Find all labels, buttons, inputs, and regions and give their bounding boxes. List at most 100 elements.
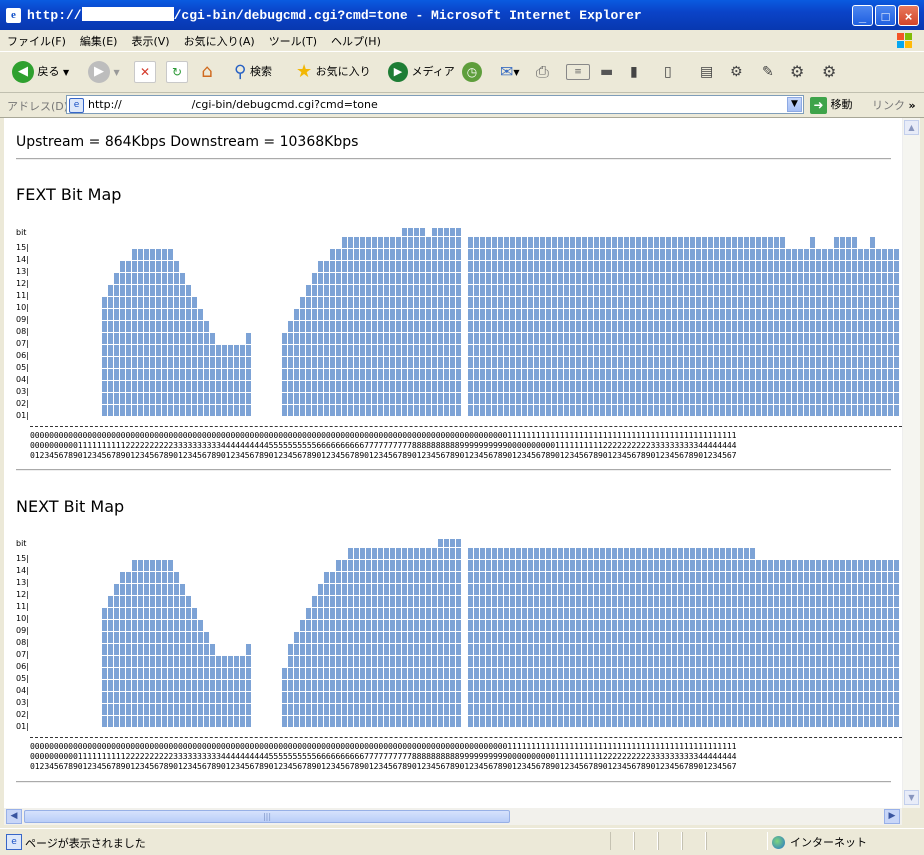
- next-bar: [666, 548, 671, 727]
- next-bar: [198, 620, 203, 727]
- fext-bar: [318, 261, 323, 416]
- next-bar: [834, 560, 839, 727]
- horizontal-scrollbar[interactable]: ◀ ||| ▶: [4, 808, 902, 825]
- toolbar-button-12[interactable]: ⚙: [822, 60, 836, 84]
- speaker-icon: ▯: [664, 64, 672, 80]
- media-button[interactable]: ▶ メディア: [388, 60, 455, 84]
- next-bar: [606, 548, 611, 727]
- fext-bar: [480, 237, 485, 416]
- back-label: 戻る: [37, 65, 60, 78]
- fext-bar: [420, 228, 425, 416]
- fext-bar: [750, 237, 755, 416]
- go-button[interactable]: ➜ 移動: [810, 95, 853, 115]
- next-bar: [570, 548, 575, 727]
- menu-help[interactable]: ヘルプ(H): [324, 30, 388, 52]
- next-bar: [774, 560, 779, 727]
- fext-bar: [714, 237, 719, 416]
- menu-file[interactable]: ファイル(F): [0, 30, 73, 52]
- edit-button[interactable]: ≡: [566, 60, 590, 84]
- close-button[interactable]: ×: [898, 5, 919, 26]
- toolbar-button-6[interactable]: ▮: [630, 60, 638, 84]
- next-y-tick-label: 01|: [16, 722, 29, 731]
- fext-bar: [174, 261, 179, 416]
- next-bar: [282, 668, 287, 727]
- next-bar: [552, 548, 557, 727]
- links-button[interactable]: リンク »: [872, 97, 916, 113]
- toolbar-button-10[interactable]: ✎: [762, 60, 774, 84]
- favorites-button[interactable]: ★ お気に入り: [296, 60, 371, 84]
- stop-button[interactable]: ✕: [134, 60, 156, 84]
- fext-bar: [126, 261, 131, 416]
- fext-bar: [138, 249, 143, 416]
- home-button[interactable]: ⌂: [197, 60, 217, 84]
- fext-bar: [648, 237, 653, 416]
- next-bar: [864, 560, 869, 727]
- next-bar: [450, 539, 455, 727]
- edit-icon: ≡: [566, 64, 590, 80]
- discuss-button[interactable]: ▬: [600, 60, 613, 84]
- maximize-button[interactable]: □: [875, 5, 896, 26]
- toolbar-button-9[interactable]: ⚙: [730, 60, 743, 84]
- fext-y-tick-label: 10|: [16, 303, 29, 312]
- history-button[interactable]: ◷: [462, 60, 482, 84]
- search-button[interactable]: ⚲ 検索: [234, 60, 272, 84]
- vertical-scrollbar[interactable]: ▲ ▼: [902, 118, 920, 808]
- forward-button[interactable]: ▶ ▼: [88, 60, 120, 84]
- title-bar[interactable]: e http:// /cgi-bin/debugcmd.cgi?cmd=tone …: [0, 0, 924, 30]
- toolbar-button-7[interactable]: ▯: [664, 60, 672, 84]
- toolbar-button-8[interactable]: ▤: [700, 60, 713, 84]
- refresh-icon: ↻: [166, 61, 188, 83]
- print-button[interactable]: ⎙: [536, 60, 549, 84]
- fext-bar: [486, 237, 491, 416]
- next-bar: [624, 548, 629, 727]
- fext-axis-line: [30, 426, 902, 427]
- next-bar: [408, 548, 413, 727]
- next-bit-label: bit: [16, 539, 26, 548]
- next-bar: [564, 548, 569, 727]
- network-icon: ⚙: [730, 64, 743, 80]
- mail-icon: ✉: [500, 62, 514, 81]
- next-bar: [660, 548, 665, 727]
- next-bar: [696, 548, 701, 727]
- address-input[interactable]: e http:// /cgi-bin/debugcmd.cgi?cmd=tone…: [66, 95, 804, 114]
- next-bar: [822, 560, 827, 727]
- next-bar: [438, 539, 443, 727]
- fext-bar: [246, 333, 251, 416]
- menu-tools[interactable]: ツール(T): [262, 30, 324, 52]
- fext-bar: [216, 345, 221, 416]
- next-bar: [876, 560, 881, 727]
- fext-bar: [834, 237, 839, 416]
- toolbar-button-11[interactable]: ⚙: [790, 60, 804, 84]
- mail-button[interactable]: ✉▼: [500, 60, 520, 84]
- next-bar: [126, 572, 131, 727]
- scroll-up-icon[interactable]: ▲: [904, 120, 919, 135]
- next-bar: [534, 548, 539, 727]
- scroll-right-icon[interactable]: ▶: [884, 809, 900, 824]
- search-label: 検索: [249, 65, 272, 78]
- refresh-button[interactable]: ↻: [166, 60, 188, 84]
- menu-edit[interactable]: 編集(E): [73, 30, 125, 52]
- back-button[interactable]: ◀ 戻る ▼: [12, 60, 69, 84]
- fext-bar: [732, 237, 737, 416]
- menu-favorites[interactable]: お気に入り(A): [177, 30, 262, 52]
- scroll-down-icon[interactable]: ▼: [904, 790, 919, 805]
- next-bar: [702, 548, 707, 727]
- fext-bar: [858, 249, 863, 416]
- fext-bar: [234, 345, 239, 416]
- minimize-button[interactable]: _: [852, 5, 873, 26]
- next-bar: [636, 548, 641, 727]
- mail-dropdown-icon: ▼: [513, 68, 520, 77]
- fext-bar: [624, 237, 629, 416]
- next-bar: [432, 548, 437, 727]
- divider-top: [16, 158, 891, 160]
- menu-view[interactable]: 表示(V): [124, 30, 176, 52]
- address-dropdown-icon[interactable]: ▼: [787, 97, 802, 112]
- next-bar: [444, 539, 449, 727]
- fext-bar: [384, 237, 389, 416]
- horizontal-scroll-thumb[interactable]: |||: [24, 810, 510, 823]
- next-bar: [336, 560, 341, 727]
- scroll-left-icon[interactable]: ◀: [6, 809, 22, 824]
- next-bar: [648, 548, 653, 727]
- fext-bar-chart: bit 15| 14| 13| 12| 11| 10| 09| 08| 07| 06| 05| 04| 0…: [16, 228, 899, 420]
- next-bar: [108, 596, 113, 727]
